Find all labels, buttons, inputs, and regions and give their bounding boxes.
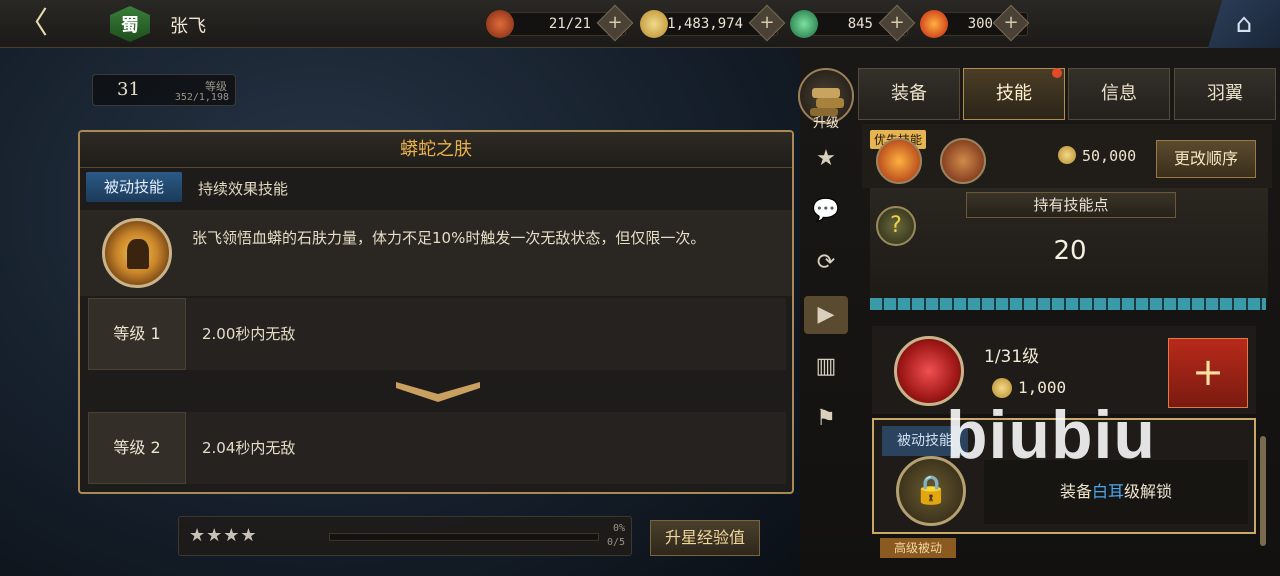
reorder-button[interactable]: 更改顺序 bbox=[1156, 140, 1256, 178]
priority-skill-icon[interactable] bbox=[876, 138, 922, 184]
skill-type-description: 持续效果技能 bbox=[198, 180, 289, 198]
star-rating: ★★★★ bbox=[189, 525, 258, 546]
skill-portrait-icon bbox=[102, 218, 172, 288]
formation-icon: ⚑ bbox=[816, 406, 836, 431]
skill-points-box: 持有技能点 ? 20 bbox=[870, 188, 1268, 298]
star-exp-button[interactable]: 升星经验值 bbox=[650, 520, 760, 556]
chat-menu-button[interactable]: 💬 bbox=[804, 192, 848, 230]
back-icon: 〈 bbox=[18, 6, 48, 41]
scrollbar[interactable] bbox=[1260, 436, 1266, 546]
tab-info[interactable]: 信息 bbox=[1068, 68, 1170, 120]
back-button[interactable]: 〈 bbox=[18, 6, 68, 42]
reorder-cost-value: 50,000 bbox=[1082, 147, 1137, 165]
chat-icon: 💬 bbox=[812, 198, 840, 223]
tab-skills[interactable]: 技能 bbox=[963, 68, 1065, 120]
gold-coin-icon bbox=[1058, 146, 1076, 164]
home-button[interactable]: ⌂ bbox=[1208, 0, 1280, 48]
unlock-text-highlight: 白耳 bbox=[1091, 482, 1124, 501]
reorder-cost: 50,000 bbox=[1058, 146, 1136, 165]
skill-upgrade-button[interactable]: + bbox=[1168, 338, 1248, 408]
hero-level-exp: 352/1,198 bbox=[174, 92, 229, 103]
home-icon: ⌂ bbox=[1235, 9, 1253, 39]
skill-points-value: 20 bbox=[1053, 236, 1087, 266]
side-menu: 升级 ★ 💬 ⟳ ▶ ▥ ⚑ bbox=[796, 68, 856, 448]
upgrade-label: 升级 bbox=[812, 116, 839, 131]
skill-points-strip bbox=[870, 298, 1266, 310]
skill-upgrade-cost: 1,000 bbox=[1018, 378, 1067, 397]
swap-icon: ⟳ bbox=[816, 250, 836, 275]
hero-level-value: 31 bbox=[117, 79, 140, 100]
help-icon[interactable]: ? bbox=[876, 206, 916, 246]
watermark-text: biubiu bbox=[946, 397, 1156, 473]
ranking-icon: ▥ bbox=[815, 354, 837, 379]
play-menu-button[interactable]: ▶ bbox=[804, 296, 848, 334]
hero-level-box: 31 等级 352/1,198 bbox=[92, 74, 236, 106]
formation-menu-button[interactable]: ⚑ bbox=[804, 400, 848, 438]
top-bar: 〈 蜀 张飞 21/21 + 1,483,974 + 845 + 300 + ⌂ bbox=[0, 0, 1280, 48]
skill-level-label: 等级 2 bbox=[88, 412, 186, 484]
play-icon: ▶ bbox=[817, 302, 835, 327]
skill-level-row: 等级 1 2.00秒内无敌 bbox=[88, 298, 786, 370]
jade-icon bbox=[790, 10, 818, 38]
skill-type-badge: 被动技能 bbox=[86, 172, 182, 202]
star-icon: ★ bbox=[816, 146, 836, 171]
ranking-menu-button[interactable]: ▥ bbox=[804, 348, 848, 386]
expand-chevron-icon[interactable] bbox=[396, 382, 480, 402]
skill-description-row: 张飞领悟血蟒的石肤力量，体力不足10%时触发一次无敌状态，但仅限一次。 bbox=[80, 210, 792, 296]
hero-name: 张飞 bbox=[170, 16, 206, 37]
skill-title: 蟒蛇之肤 bbox=[80, 132, 792, 168]
star-menu-button[interactable]: ★ bbox=[804, 140, 848, 178]
skill-level-value: 2.04秒内无敌 bbox=[202, 439, 296, 457]
stamina-icon bbox=[486, 10, 514, 38]
faction-badge: 蜀 bbox=[110, 6, 150, 42]
unlock-text-prefix: 装备 bbox=[1059, 482, 1092, 501]
star-progress-percent: 0% bbox=[612, 523, 625, 534]
gem-icon bbox=[920, 10, 948, 38]
star-progress-count: 0/5 bbox=[606, 537, 625, 548]
skill-level-row: 等级 2 2.04秒内无敌 bbox=[88, 412, 786, 484]
star-progress-bar: ★★★★ 0% 0/5 bbox=[178, 516, 632, 556]
skill-level-value: 2.00秒内无敌 bbox=[202, 325, 296, 343]
skill-detail-panel: 蟒蛇之肤 被动技能 持续效果技能 张飞领悟血蟒的石肤力量，体力不足10%时触发一… bbox=[78, 130, 794, 494]
priority-skill-icon[interactable] bbox=[940, 138, 986, 184]
unlock-text-suffix: 级解锁 bbox=[1124, 482, 1173, 501]
skill-level: 1/31级 bbox=[984, 347, 1040, 367]
star-progress-track bbox=[329, 533, 599, 541]
notification-dot bbox=[1052, 68, 1062, 78]
tab-wings[interactable]: 羽翼 bbox=[1174, 68, 1276, 120]
swap-menu-button[interactable]: ⟳ bbox=[804, 244, 848, 282]
skill-points-title: 持有技能点 bbox=[966, 192, 1176, 218]
next-skill-label: 高级被动 bbox=[880, 538, 956, 558]
skill-description: 张飞领悟血蟒的石肤力量，体力不足10%时触发一次无敌状态，但仅限一次。 bbox=[192, 229, 706, 247]
tab-equipment[interactable]: 装备 bbox=[858, 68, 960, 120]
gold-coin-icon bbox=[640, 10, 668, 38]
gold-coin-icon bbox=[992, 378, 1012, 398]
skill-level-label: 等级 1 bbox=[88, 298, 186, 370]
